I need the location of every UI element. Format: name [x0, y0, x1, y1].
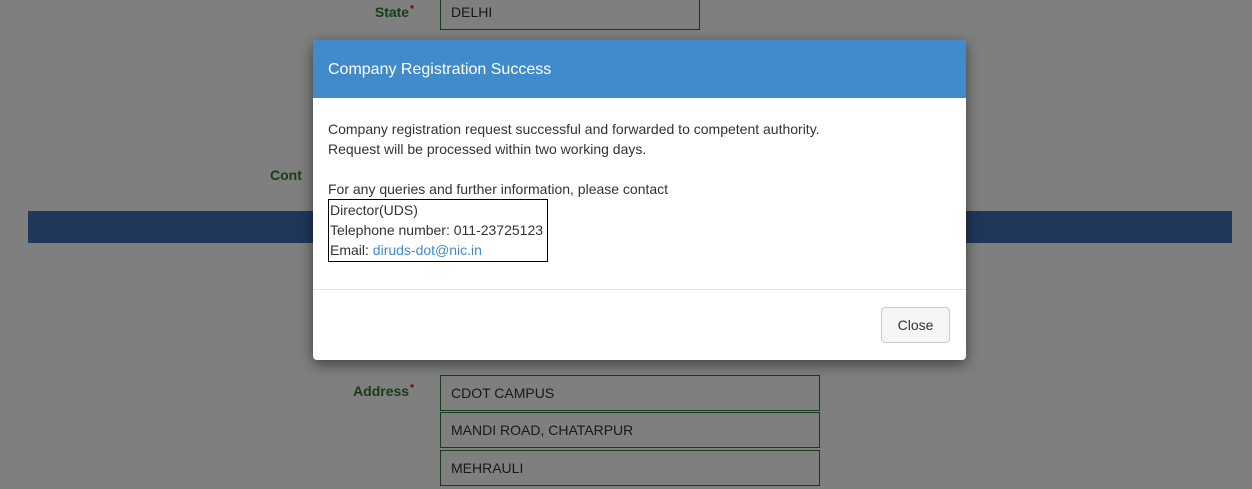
message-line-1: Company registration request successful … — [328, 121, 820, 137]
contact-email-row: Email: diruds-dot@nic.in — [330, 240, 543, 260]
contact-box: Director(UDS) Telephone number: 011-2372… — [328, 199, 549, 262]
modal-body: Company registration request successful … — [313, 98, 966, 262]
close-button[interactable]: Close — [881, 307, 950, 343]
modal-header: Company Registration Success — [313, 40, 966, 98]
contact-email-link[interactable]: diruds-dot@nic.in — [373, 242, 482, 258]
success-modal: Company Registration Success Company reg… — [313, 40, 966, 360]
modal-footer: Close — [313, 289, 966, 360]
message-line-3: For any queries and further information,… — [328, 181, 669, 197]
contact-name: Director(UDS) — [330, 202, 418, 218]
modal-title: Company Registration Success — [328, 61, 552, 78]
message-line-2: Request will be processed within two wor… — [328, 141, 647, 157]
contact-telephone: Telephone number: 011-23725123 — [330, 222, 544, 238]
contact-email-label: Email: — [330, 242, 373, 258]
